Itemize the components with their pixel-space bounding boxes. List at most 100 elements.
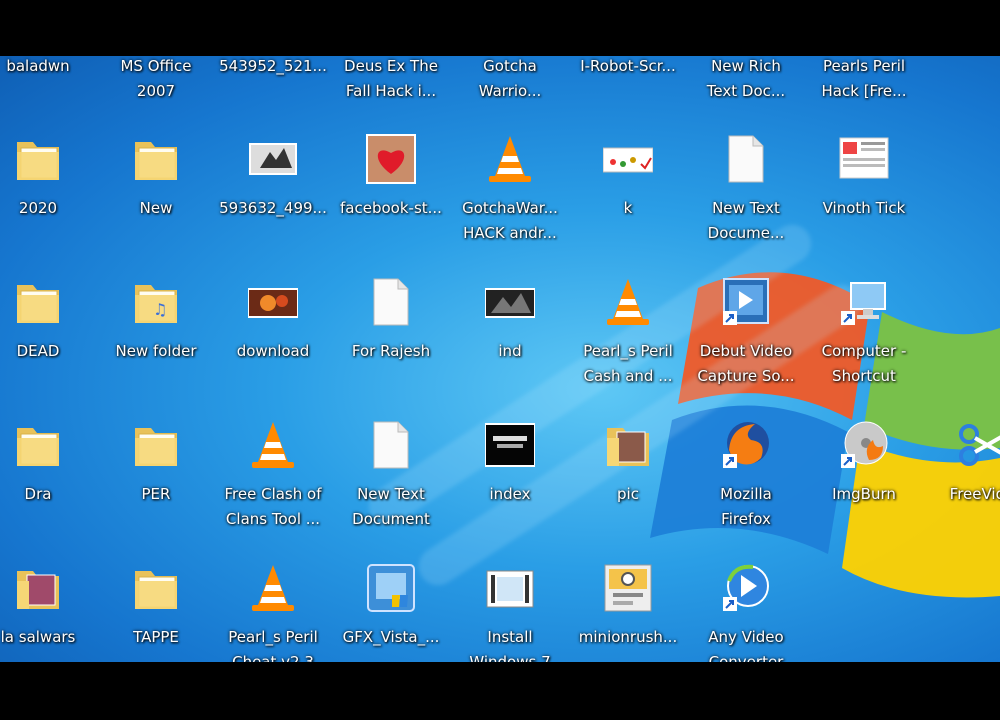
folder-icon xyxy=(13,277,63,327)
desktop-item-gfx-vista[interactable]: GFX_Vista_... xyxy=(333,551,449,662)
desktop-item-minionrush[interactable]: minionrush... xyxy=(570,551,686,662)
image-icon xyxy=(485,420,535,470)
image-icon xyxy=(248,277,298,327)
item-label: PER xyxy=(141,485,171,503)
desktop-item-k[interactable]: k xyxy=(570,122,686,240)
desktop-item-new-folder[interactable]: ♫ New folder xyxy=(98,265,214,383)
desktop-item-gotchawar-hack[interactable]: GotchaWar... HACK andr... xyxy=(452,122,568,242)
item-label: Vinoth Tick xyxy=(822,199,906,217)
item-label: la salwars xyxy=(0,628,76,646)
item-label: 2020 xyxy=(18,199,58,217)
desktop-item-per[interactable]: PER xyxy=(98,408,214,526)
webpage-icon xyxy=(839,134,889,184)
imgburn-icon xyxy=(839,420,889,470)
video-converter-icon xyxy=(721,563,771,613)
desktop-item-ind[interactable]: ind xyxy=(452,265,568,383)
item-label: GFX_Vista_... xyxy=(342,628,440,646)
desktop-item-install-windows-7[interactable]: Install Windows 7 xyxy=(452,551,568,662)
desktop-item-dra[interactable]: Dra xyxy=(0,408,96,526)
item-label: Gotcha Warrio... xyxy=(478,57,542,100)
image-icon xyxy=(485,277,535,327)
desktop-item-index[interactable]: index xyxy=(452,408,568,526)
item-label: Pearl_s Peril Cash and ... xyxy=(583,342,673,385)
item-label: facebook-st... xyxy=(340,199,442,217)
item-label: For Rajesh xyxy=(351,342,431,360)
item-label: MS Office 2007 xyxy=(120,57,192,100)
vlc-icon xyxy=(248,420,298,470)
desktop-item-facebook-st[interactable]: facebook-st... xyxy=(333,122,449,240)
video-icon xyxy=(485,563,535,613)
item-label: I-Robot-Scr... xyxy=(580,57,676,75)
desktop-item-mozilla-firefox[interactable]: Mozilla Firefox xyxy=(688,408,804,528)
firefox-icon xyxy=(721,420,771,470)
desktop-item-593632[interactable]: 593632_499... xyxy=(215,122,331,240)
item-label: baladwn xyxy=(6,57,70,75)
item-label: ImgBurn xyxy=(832,485,896,503)
desktop-item-new-text-docume[interactable]: New Text Docume... xyxy=(688,122,804,242)
item-label: FreeVide xyxy=(949,485,1000,503)
folder-icon xyxy=(131,134,181,184)
item-label: Pearl_s Peril Cheat v2.3 xyxy=(228,628,318,662)
desktop-item-any-video-converter[interactable]: Any Video Converter xyxy=(688,551,804,662)
desktop-item-tappe[interactable]: TAPPE xyxy=(98,551,214,662)
vlc-icon xyxy=(248,563,298,613)
letterbox-top xyxy=(0,0,1000,56)
item-label: New folder xyxy=(115,342,197,360)
item-label: download xyxy=(236,342,310,360)
item-label: New Rich Text Doc... xyxy=(706,57,786,100)
item-label: Deus Ex The Fall Hack i... xyxy=(344,57,438,100)
item-label: TAPPE xyxy=(133,628,179,646)
installer-icon xyxy=(366,563,416,613)
video-shortcut-icon xyxy=(721,277,771,327)
image-icon xyxy=(248,134,298,184)
document-icon xyxy=(721,134,771,184)
computer-shortcut-icon xyxy=(839,277,889,327)
vlc-icon xyxy=(485,134,535,184)
item-label: Computer - Shortcut xyxy=(821,342,907,385)
item-label: ind xyxy=(498,342,522,360)
vlc-icon xyxy=(603,277,653,327)
item-label: GotchaWar... HACK andr... xyxy=(462,199,558,242)
item-label: k xyxy=(623,199,633,217)
item-label: 593632_499... xyxy=(219,199,327,217)
item-label: Dra xyxy=(24,485,52,503)
folder-icon xyxy=(131,563,181,613)
image-folder-icon xyxy=(603,420,653,470)
desktop-item-download[interactable]: download xyxy=(215,265,331,383)
item-label: pic xyxy=(617,485,639,503)
svg-text:♫: ♫ xyxy=(153,300,167,319)
music-folder-icon: ♫ xyxy=(131,277,181,327)
desktop-item-freevide[interactable]: FreeVide xyxy=(924,408,1000,526)
desktop-item-pearls-peril-cheat[interactable]: Pearl_s Peril Cheat v2.3 xyxy=(215,551,331,662)
desktop-item-pearls-peril-cash[interactable]: Pearl_s Peril Cash and ... xyxy=(570,265,686,385)
desktop[interactable]: baladwn MS Office 2007 543952_521... Deu… xyxy=(0,56,1000,662)
letterbox-bottom xyxy=(0,662,1000,720)
item-label: Mozilla Firefox xyxy=(720,485,772,528)
desktop-item-new-text-document[interactable]: New Text Document xyxy=(333,408,449,528)
heart-image-icon xyxy=(366,134,416,184)
item-label: Install Windows 7 xyxy=(469,628,551,662)
desktop-item-new[interactable]: New xyxy=(98,122,214,240)
desktop-item-debut-video[interactable]: Debut Video Capture So... xyxy=(688,265,804,385)
item-label: minionrush... xyxy=(578,628,678,646)
desktop-item-2020[interactable]: 2020 xyxy=(0,122,96,240)
item-label: New Text Docume... xyxy=(707,199,785,242)
item-label: Debut Video Capture So... xyxy=(697,342,795,385)
desktop-item-free-clash[interactable]: Free Clash of Clans Tool ... xyxy=(215,408,331,528)
desktop-item-imgburn[interactable]: ImgBurn xyxy=(806,408,922,526)
desktop-item-pic[interactable]: pic xyxy=(570,408,686,526)
desktop-item-computer-shortcut[interactable]: Computer - Shortcut xyxy=(806,265,922,385)
desktop-item-la-salwars[interactable]: la salwars xyxy=(0,551,96,662)
folder-icon xyxy=(13,420,63,470)
desktop-item-for-rajesh[interactable]: For Rajesh xyxy=(333,265,449,383)
item-label: DEAD xyxy=(16,342,60,360)
desktop-item-dead[interactable]: DEAD xyxy=(0,265,96,383)
item-label: 543952_521... xyxy=(219,57,327,75)
item-label: Free Clash of Clans Tool ... xyxy=(224,485,322,528)
desktop-item-vinoth-tick[interactable]: Vinoth Tick xyxy=(806,122,922,240)
folder-icon xyxy=(131,420,181,470)
item-label: Pearls Peril Hack [Fre... xyxy=(821,57,907,100)
item-label: Any Video Converter xyxy=(708,628,784,662)
document-icon xyxy=(366,420,416,470)
item-label: New xyxy=(139,199,173,217)
